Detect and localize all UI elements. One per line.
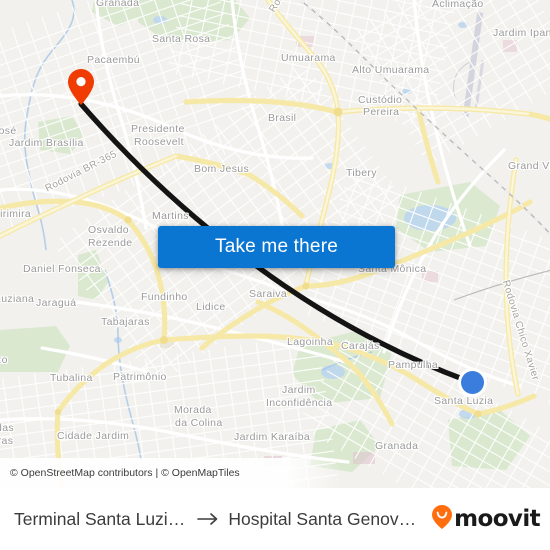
arrow-right-icon bbox=[197, 512, 219, 526]
trip-footer: Terminal Santa Luzia (... Hospital Santa… bbox=[0, 488, 550, 550]
destination-station-label[interactable]: Hospital Santa Genoveva... bbox=[228, 509, 425, 530]
moovit-pin-icon bbox=[431, 504, 453, 535]
moovit-trip-preview: Granada Santa Rosa Pacaembú Aclimação Jardim… bbox=[0, 0, 550, 550]
take-me-there-button[interactable]: Take me there bbox=[158, 226, 395, 268]
destination-marker-dot-icon[interactable] bbox=[461, 371, 484, 394]
moovit-logo[interactable]: moovit bbox=[431, 504, 541, 535]
origin-station-label[interactable]: Terminal Santa Luzia (... bbox=[14, 509, 188, 530]
map-attribution-text[interactable]: © OpenStreetMap contributors | © OpenMap… bbox=[0, 467, 240, 479]
route-summary: Terminal Santa Luzia (... Hospital Santa… bbox=[14, 509, 425, 530]
moovit-wordmark: moovit bbox=[454, 506, 540, 532]
map-attribution: © OpenStreetMap contributors | © OpenMap… bbox=[0, 458, 550, 488]
origin-marker-pin-icon[interactable] bbox=[67, 68, 95, 106]
map-canvas[interactable]: Granada Santa Rosa Pacaembú Aclimação Jardim… bbox=[0, 0, 550, 488]
